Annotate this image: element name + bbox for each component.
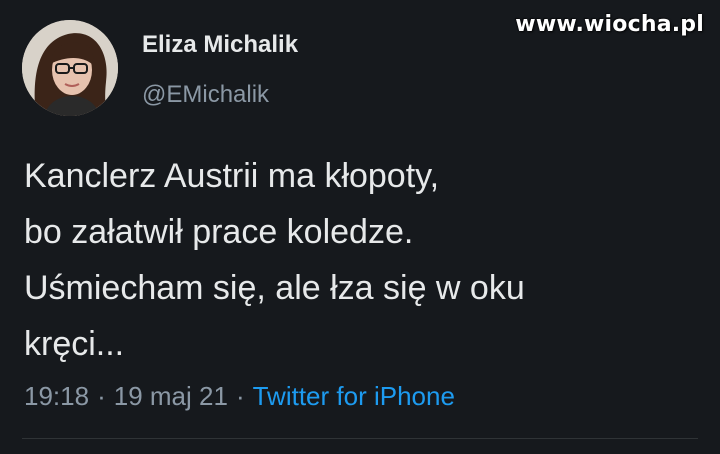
author-handle[interactable]: @EMichalik bbox=[142, 81, 269, 109]
author-name[interactable]: Eliza Michalik bbox=[142, 31, 298, 59]
avatar[interactable] bbox=[22, 20, 118, 116]
tweet-source-link[interactable]: Twitter for iPhone bbox=[253, 381, 455, 411]
tweet-time[interactable]: 19:18 bbox=[24, 381, 89, 411]
divider bbox=[22, 438, 698, 439]
meta-separator: · bbox=[235, 381, 245, 411]
tweet-text: Kanclerz Austrii ma kłopoty, bo załatwił… bbox=[24, 148, 704, 372]
tweet-date[interactable]: 19 maj 21 bbox=[114, 381, 228, 411]
meta-separator: · bbox=[97, 381, 106, 411]
tweet-meta: 19:18 · 19 maj 21 · Twitter for iPhone bbox=[24, 381, 455, 412]
avatar-photo bbox=[22, 20, 118, 116]
tweet-line: bo załatwił prace koledze. bbox=[24, 213, 414, 251]
tweet-line: kręci... bbox=[24, 325, 125, 363]
tweet-line: Uśmiecham się, ale łza się w oku bbox=[24, 269, 525, 307]
tweet-card: www.wiocha.pl Eliza Michalik @EMichalik … bbox=[0, 0, 720, 454]
tweet-line: Kanclerz Austrii ma kłopoty, bbox=[24, 157, 440, 195]
watermark: www.wiocha.pl bbox=[515, 12, 704, 37]
